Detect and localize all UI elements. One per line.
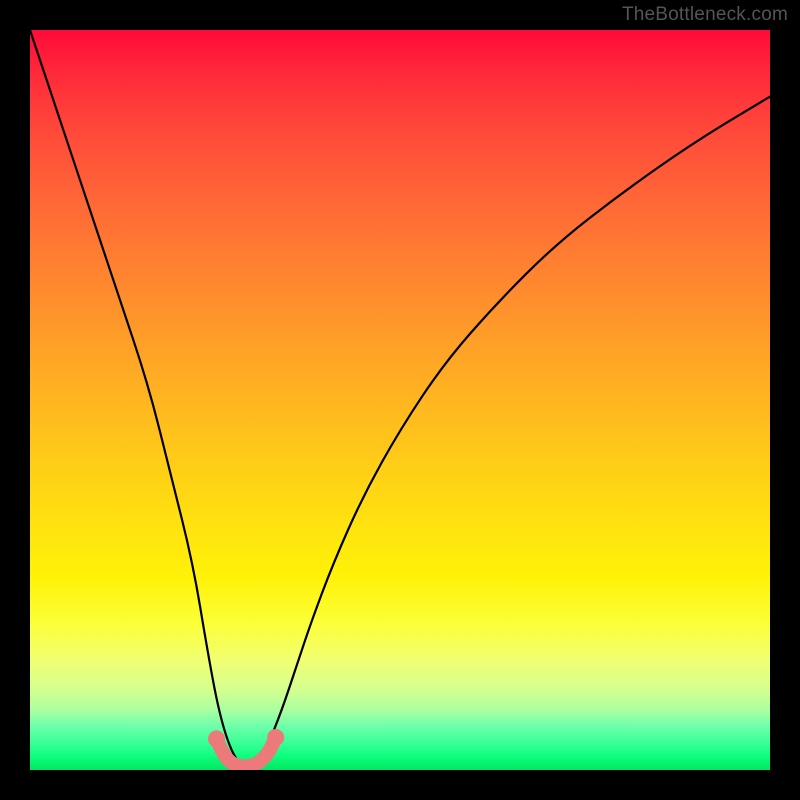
chart-frame: TheBottleneck.com: [0, 0, 800, 800]
highlight-marker-dot: [208, 730, 225, 747]
highlight-marker-group: [208, 729, 284, 766]
highlight-marker-dot: [267, 729, 284, 746]
watermark-text: TheBottleneck.com: [622, 4, 788, 26]
chart-svg: [30, 30, 770, 770]
plot-area: [30, 30, 770, 770]
bottleneck-curve-path: [30, 30, 770, 766]
highlight-marker-path: [216, 737, 275, 766]
